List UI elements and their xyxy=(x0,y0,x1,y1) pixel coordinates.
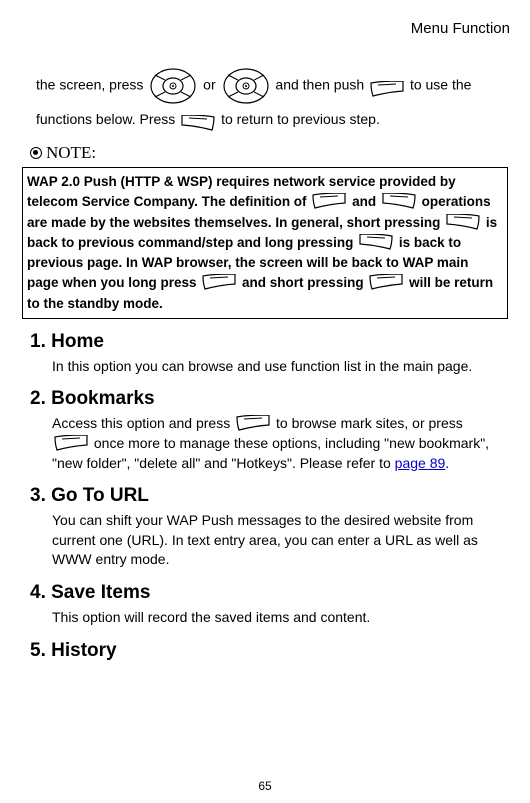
note-label-text: NOTE: xyxy=(46,143,96,162)
section-2-text-4: . xyxy=(445,455,449,471)
section-2-text-1: Access this option and press xyxy=(52,415,234,431)
soft-right-icon xyxy=(382,193,416,209)
note-label: NOTE: xyxy=(30,143,510,163)
soft-left-icon xyxy=(370,78,404,94)
soft-right-icon xyxy=(181,112,215,128)
section-2-title: 2. Bookmarks xyxy=(30,388,510,410)
soft-left-icon xyxy=(369,274,403,290)
soft-right-icon xyxy=(446,214,480,230)
intro-text-2: or xyxy=(203,77,219,93)
section-1-title: 1. Home xyxy=(30,331,510,353)
soft-right-icon xyxy=(359,234,393,250)
section-4-body: This option will record the saved items … xyxy=(52,608,502,628)
section-3-body: You can shift your WAP Push messages to … xyxy=(52,511,502,570)
soft-left-icon xyxy=(236,415,270,431)
bullet-icon xyxy=(30,147,42,159)
soft-left-icon xyxy=(312,193,346,209)
note-text-6: and short pressing xyxy=(242,275,367,290)
intro-text-3: and then push xyxy=(275,77,368,93)
intro-text-1: the screen, press xyxy=(36,77,147,93)
nav-circle-icon xyxy=(149,67,197,105)
note-box: WAP 2.0 Push (HTTP & WSP) requires netwo… xyxy=(22,167,508,319)
soft-left-icon xyxy=(54,435,88,451)
section-3-title: 3. Go To URL xyxy=(30,485,510,507)
nav-circle-icon xyxy=(222,67,270,105)
intro-text-5: to return to previous step. xyxy=(221,111,380,127)
section-4-title: 4. Save Items xyxy=(30,582,510,604)
intro-paragraph: the screen, press or and then push to us… xyxy=(36,67,510,133)
page-89-link[interactable]: page 89 xyxy=(395,455,446,471)
note-text-2: and xyxy=(352,194,380,209)
soft-left-icon xyxy=(202,274,236,290)
section-2-body: Access this option and press to browse m… xyxy=(52,414,502,473)
page-number: 65 xyxy=(20,779,510,793)
page-header: Menu Function xyxy=(20,20,510,37)
section-5-title: 5. History xyxy=(30,640,510,662)
section-1-body: In this option you can browse and use fu… xyxy=(52,357,502,377)
section-2-text-2: to browse mark sites, or press xyxy=(276,415,463,431)
